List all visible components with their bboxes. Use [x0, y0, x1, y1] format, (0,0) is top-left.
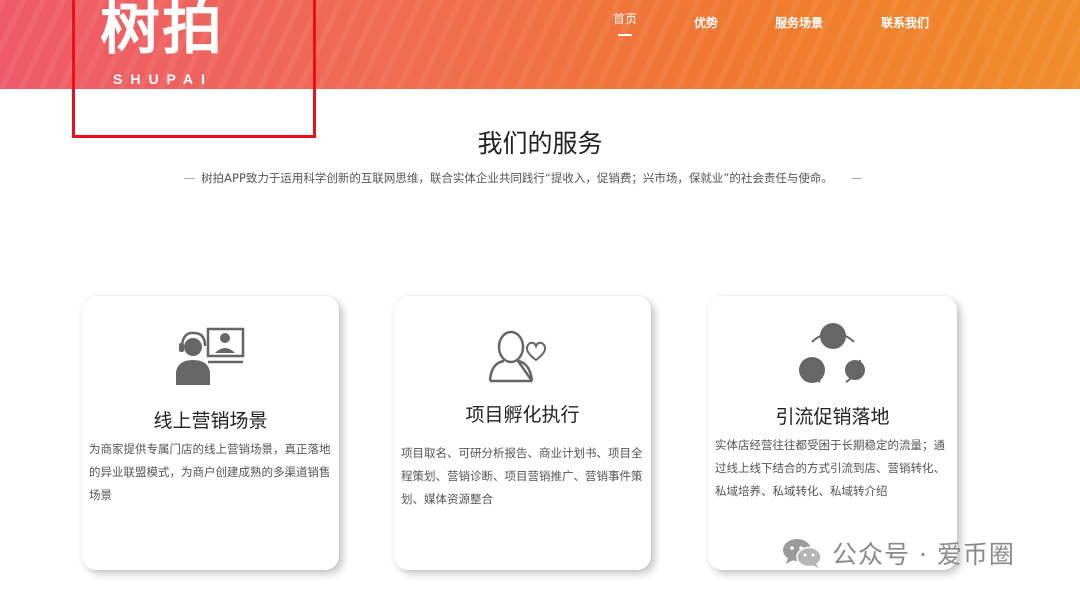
- nav-item-advantages[interactable]: 优势: [694, 14, 718, 31]
- service-card-project-incubation[interactable]: 项目孵化执行 项目取名、可研分析报告、商业计划书、项目全程策划、营销诊断、项目营…: [394, 296, 651, 570]
- card-title: 引流促销落地: [775, 406, 890, 428]
- subtitle-dash-left: —: [183, 171, 196, 185]
- card-description: 项目取名、可研分析报告、商业计划书、项目全程策划、营销诊断、项目营销推广、营销事…: [401, 446, 643, 506]
- service-card-traffic-promotion[interactable]: 引流促销落地 实体店经营往往都受困于长期稳定的流量；通过线上线下结合的方式引流到…: [708, 296, 957, 570]
- customer-service-screen-icon: [176, 327, 245, 385]
- watermark-text: 公众号 · 爱币圈: [832, 540, 1015, 569]
- section-title: 我们的服务: [477, 129, 603, 158]
- subtitle-text: 树拍APP致力于运用科学创新的互联网思维，联合实体企业共同践行“提收入，促销费；…: [201, 171, 833, 185]
- traffic-share-icon: [799, 323, 865, 383]
- subtitle-dash-right: —: [850, 171, 863, 185]
- logo-highlight-box: [72, 0, 316, 138]
- card-title: 线上营销场景: [153, 410, 268, 432]
- nav-item-service-scenes[interactable]: 服务场景: [775, 14, 823, 31]
- card-title: 项目孵化执行: [465, 404, 580, 426]
- card-description: 为商家提供专属门店的线上营销场景，真正落地的异业联盟模式，为商户创建成熟的多渠道…: [89, 442, 331, 502]
- section-subtitle: — 树拍APP致力于运用科学创新的互联网思维，联合实体企业共同践行“提收入，促销费…: [0, 170, 1040, 186]
- wechat-icon: [783, 539, 822, 568]
- card-description: 实体店经营往往都受困于长期稳定的流量；通过线上线下结合的方式引流到店、营销转化、…: [715, 438, 945, 498]
- wechat-watermark: 公众号 · 爱币圈: [782, 535, 1015, 571]
- nav-item-home[interactable]: 首页: [613, 10, 637, 27]
- nav-active-indicator: [618, 34, 632, 36]
- service-card-online-marketing[interactable]: 线上营销场景 为商家提供专属门店的线上营销场景，真正落地的异业联盟模式，为商户创…: [82, 296, 339, 570]
- user-heart-icon: [488, 330, 547, 383]
- nav-item-contact[interactable]: 联系我们: [881, 14, 929, 31]
